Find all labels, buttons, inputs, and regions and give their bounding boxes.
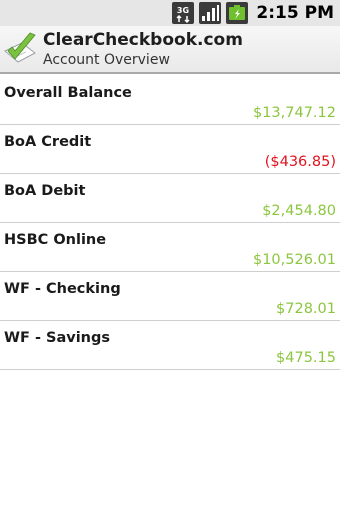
account-row-boa-debit[interactable]: BoA Debit $2,454.80 (0, 174, 340, 223)
signal-bars-icon (199, 2, 222, 24)
account-row-overall-balance[interactable]: Overall Balance $13,747.12 (0, 76, 340, 125)
network-label: 3G (177, 6, 189, 15)
account-name: HSBC Online (4, 232, 107, 248)
account-row-wf-checking[interactable]: WF - Checking $728.01 (0, 272, 340, 321)
clock-time: 2:15 PM (256, 3, 334, 23)
app-title-bar: ClearCheckbook.com Account Overview (0, 26, 340, 74)
status-bar: 3G 2:15 PM (0, 0, 340, 26)
account-name: WF - Checking (4, 281, 121, 297)
checkbook-check-icon (2, 31, 38, 69)
account-balance: $13,747.12 (252, 105, 336, 121)
3g-data-icon: 3G (172, 2, 195, 24)
account-balance: ($436.85) (264, 154, 336, 170)
account-name: BoA Credit (4, 134, 92, 150)
account-name: WF - Savings (4, 330, 110, 346)
account-row-boa-credit[interactable]: BoA Credit ($436.85) (0, 125, 340, 174)
account-balance: $10,526.01 (252, 252, 336, 268)
account-balance: $2,454.80 (262, 203, 336, 219)
account-name: BoA Debit (4, 183, 86, 199)
battery-charging-icon (226, 2, 249, 24)
page-subtitle: Account Overview (43, 52, 170, 68)
account-list: Overall Balance $13,747.12 BoA Credit ($… (0, 76, 340, 370)
account-row-hsbc-online[interactable]: HSBC Online $10,526.01 (0, 223, 340, 272)
app-title: ClearCheckbook.com (43, 30, 243, 50)
account-row-wf-savings[interactable]: WF - Savings $475.15 (0, 321, 340, 370)
account-name: Overall Balance (4, 85, 132, 101)
account-balance: $475.15 (276, 350, 336, 366)
account-balance: $728.01 (276, 301, 336, 317)
